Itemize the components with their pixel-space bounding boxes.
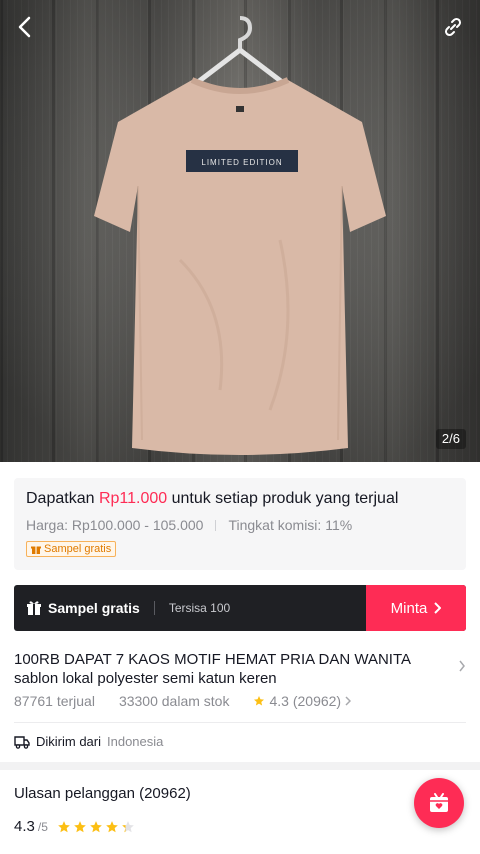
product-image-carousel[interactable]: LIMITED EDITION 2/6 (0, 0, 480, 462)
share-link-button[interactable] (438, 12, 468, 42)
request-sample-button[interactable]: Minta (366, 585, 466, 631)
commission-prefix: Dapatkan (26, 490, 99, 507)
shirt-print-text: LIMITED EDITION (201, 158, 282, 167)
stock-count: 33300 dalam stok (118, 693, 230, 709)
free-sample-label: Sampel gratis (48, 600, 140, 616)
back-icon (18, 16, 31, 38)
divider (14, 722, 466, 723)
gift-icon (31, 546, 41, 554)
request-sample-label: Minta (390, 599, 428, 617)
commission-card: Dapatkan Rp11.000 untuk setiap produk ya… (14, 478, 466, 570)
live-shop-button[interactable] (414, 778, 464, 828)
section-divider (0, 762, 480, 770)
remaining-count: Tersisa 100 (168, 601, 231, 615)
star-icon (106, 820, 118, 832)
chevron-right-icon[interactable] (458, 660, 466, 672)
star-rating (57, 820, 135, 834)
rating-value: 4.3 (20962) (269, 693, 342, 709)
sold-count: 87761 terjual (14, 693, 95, 709)
product-stats: 87761 terjual 33300 dalam stok 4.3 (2096… (14, 693, 352, 709)
free-sample-bar: Sampel gratis Tersisa 100 Minta (14, 585, 466, 631)
live-shop-icon (430, 793, 448, 812)
commission-rate: Tingkat komisi: 11% (228, 517, 353, 533)
star-icon (122, 820, 134, 832)
truck-icon (14, 735, 30, 749)
price-range: Harga: Rp100.000 - 105.000 (26, 517, 204, 533)
commission-title: Dapatkan Rp11.000 untuk setiap produk ya… (26, 488, 454, 510)
tshirt-image: LIMITED EDITION (94, 16, 386, 455)
shipping-origin: Dikirim dari Indonesia (14, 734, 163, 749)
image-counter: 2/6 (435, 429, 466, 449)
review-score-value: 4.3 (14, 818, 35, 835)
back-button[interactable] (10, 12, 40, 42)
star-icon (90, 820, 102, 832)
free-sample-badge-label: Sampel gratis (44, 543, 112, 555)
rating-summary[interactable]: 4.3 (20962) (253, 693, 352, 709)
chevron-right-icon (345, 696, 352, 706)
shipping-country: Indonesia (107, 734, 164, 749)
commission-suffix: untuk setiap produk yang terjual (167, 490, 399, 507)
share-link-icon (444, 17, 462, 37)
divider (153, 601, 155, 615)
review-score-max: /5 (37, 819, 48, 834)
star-icon (58, 820, 70, 832)
product-title[interactable]: 100RB DAPAT 7 KAOS MOTIF HEMAT PRIA DAN … (14, 650, 444, 688)
star-icon (74, 820, 86, 832)
review-score: 4.3 /5 (14, 818, 135, 835)
divider (215, 519, 217, 531)
free-sample-badge: Sampel gratis (26, 541, 117, 557)
commission-amount: Rp11.000 (98, 490, 168, 507)
star-icon (254, 696, 265, 706)
chevron-right-icon (434, 602, 442, 614)
gift-icon (27, 601, 41, 615)
shipping-label: Dikirim dari (36, 734, 101, 749)
reviews-title[interactable]: Ulasan pelanggan (20962) (14, 785, 191, 802)
